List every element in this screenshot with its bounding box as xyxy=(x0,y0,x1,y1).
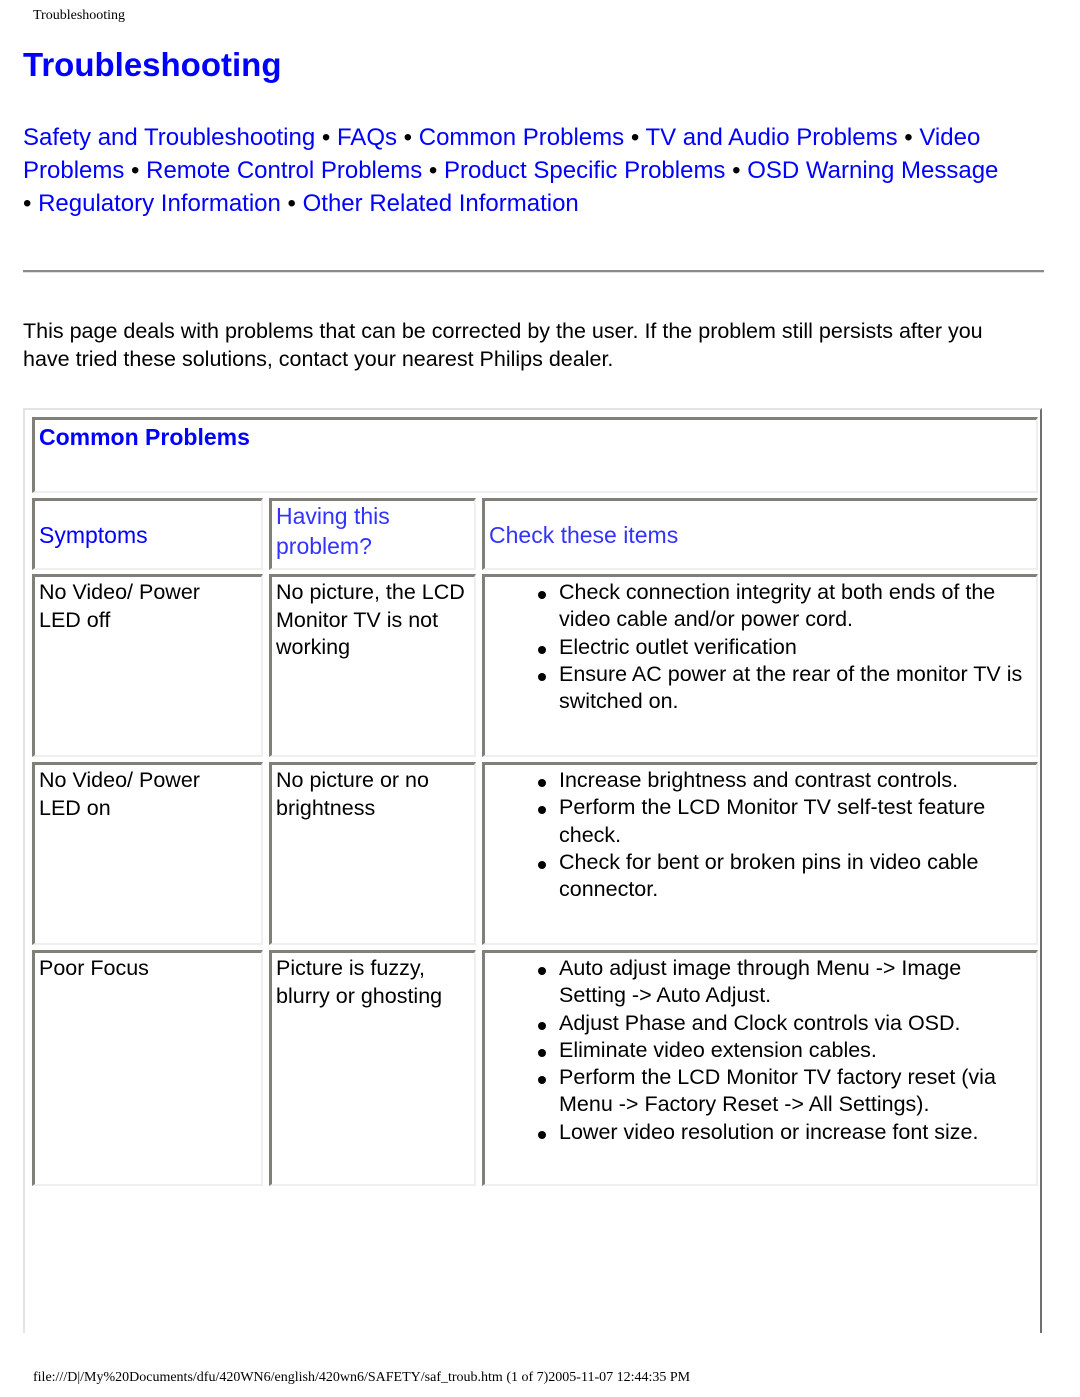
list-item-text: Perform the LCD Monitor TV factory reset… xyxy=(559,1065,996,1117)
nav-separator: • xyxy=(904,124,913,151)
list-item: Check for bent or broken pins in video c… xyxy=(538,849,1032,904)
list-item: Lower video resolution or increase font … xyxy=(538,1119,1032,1146)
symptom-text: No Video/ Power LED on xyxy=(39,768,200,820)
table-row-2-problem: No picture or no brightness xyxy=(269,762,476,945)
header-having-cell: Having this problem? xyxy=(269,498,476,570)
nav-link-regulatory-information[interactable]: Regulatory Information xyxy=(38,190,281,217)
problem-text: Picture is fuzzy, blurry or ghosting xyxy=(276,956,443,1008)
table-row-2-symptom: No Video/ Power LED on xyxy=(32,762,263,945)
table-row-1-problem: No picture, the LCD Monitor TV is not wo… xyxy=(269,574,476,757)
symptom-text: No Video/ Power LED off xyxy=(39,580,200,632)
table-row-1-items: Check connection integrity at both ends … xyxy=(482,574,1038,757)
horizontal-divider xyxy=(23,270,1044,273)
bullet-icon xyxy=(538,591,546,599)
nav-link-tv-and-audio-problems[interactable]: TV and Audio Problems xyxy=(645,124,897,151)
table-row-3-problem: Picture is fuzzy, blurry or ghosting xyxy=(269,950,476,1186)
list-item-text: Electric outlet verification xyxy=(559,634,797,659)
nav-separator: • xyxy=(428,157,438,184)
table-row-3-items: Auto adjust image through Menu -> Image … xyxy=(482,950,1038,1186)
section-title: Common Problems xyxy=(39,424,250,450)
check-items-list: Check connection integrity at both ends … xyxy=(489,579,1032,715)
list-item-text: Check for bent or broken pins in video c… xyxy=(559,849,979,902)
bullet-icon xyxy=(538,672,546,681)
bullet-icon xyxy=(538,1048,546,1057)
section-title-cell: Common Problems xyxy=(32,417,1038,493)
list-item-text: Lower video resolution or increase font … xyxy=(559,1119,979,1144)
bullet-icon xyxy=(538,779,546,787)
table-row-3-symptom: Poor Focus xyxy=(32,950,263,1186)
nav-separator: • xyxy=(131,157,140,184)
header-having-problem: Having this problem? xyxy=(276,503,390,559)
check-items-list: Auto adjust image through Menu -> Image … xyxy=(489,955,1032,1146)
list-item: Perform the LCD Monitor TV factory reset… xyxy=(538,1064,1032,1119)
problem-text: No picture, the LCD Monitor TV is not wo… xyxy=(276,580,465,659)
nav-separator: • xyxy=(403,124,413,151)
list-item: Perform the LCD Monitor TV self-test fea… xyxy=(538,794,1032,849)
list-item-text: Adjust Phase and Clock controls via OSD. xyxy=(559,1010,961,1035)
bullet-icon xyxy=(538,1076,546,1085)
symptom-text: Poor Focus xyxy=(39,956,149,980)
header-symptoms-cell: Symptoms xyxy=(32,498,263,570)
nav-link-common-problems[interactable]: Common Problems xyxy=(419,124,624,151)
bullet-icon xyxy=(538,645,546,654)
bullet-icon xyxy=(538,806,546,815)
header-symptoms: Symptoms xyxy=(39,521,148,548)
nav-separator: • xyxy=(287,190,296,217)
list-item: Eliminate video extension cables. xyxy=(538,1037,1032,1064)
list-item-text: Perform the LCD Monitor TV self-test fea… xyxy=(559,795,986,847)
page-footer-url: file:///D|/My%20Documents/dfu/420WN6/eng… xyxy=(33,1370,691,1385)
nav-separator: • xyxy=(321,124,331,151)
table-row-2-items: Increase brightness and contrast control… xyxy=(482,762,1038,945)
bullet-icon xyxy=(538,1130,546,1139)
list-item: Increase brightness and contrast control… xyxy=(538,767,1032,794)
nav-separator: • xyxy=(630,124,640,151)
problem-text: No picture or no brightness xyxy=(276,768,429,820)
nav-link-faqs[interactable]: FAQs xyxy=(337,124,397,151)
list-item: Electric outlet verification xyxy=(538,634,1032,661)
page-header: Troubleshooting xyxy=(33,8,126,23)
nav-link-osd-warning-message[interactable]: OSD Warning Message xyxy=(747,157,998,184)
nav-link-remote-control-problems[interactable]: Remote Control Problems xyxy=(146,157,422,184)
list-item: Ensure AC power at the rear of the monit… xyxy=(538,661,1032,716)
list-item: Auto adjust image through Menu -> Image … xyxy=(538,955,1032,1010)
check-items-list: Increase brightness and contrast control… xyxy=(489,767,1032,903)
list-item-text: Increase brightness and contrast control… xyxy=(559,768,959,792)
nav-separator: • xyxy=(23,190,32,217)
nav-link-other-related-information[interactable]: Other Related Information xyxy=(303,190,579,217)
bullet-icon xyxy=(538,1021,546,1030)
list-item-text: Auto adjust image through Menu -> Image … xyxy=(559,956,962,1008)
list-item-text: Ensure AC power at the rear of the monit… xyxy=(559,661,1023,714)
table-row-1-symptom: No Video/ Power LED off xyxy=(32,574,263,757)
header-check-cell: Check these items xyxy=(482,498,1038,570)
header-check-items: Check these items xyxy=(489,521,679,548)
nav-separator: • xyxy=(732,157,741,184)
bullet-icon xyxy=(538,967,546,975)
section-nav: Safety and Troubleshooting • FAQs • Comm… xyxy=(23,121,1043,220)
nav-link-safety-and-troubleshooting[interactable]: Safety and Troubleshooting xyxy=(23,124,315,151)
list-item-text: Check connection integrity at both ends … xyxy=(559,580,996,632)
page-title: Troubleshooting xyxy=(23,46,282,83)
bullet-icon xyxy=(538,860,546,869)
common-problems-table: Common Problems Symptoms Having this pro… xyxy=(23,408,1042,1333)
intro-paragraph: This page deals with problems that can b… xyxy=(23,319,983,371)
list-item: Adjust Phase and Clock controls via OSD. xyxy=(538,1010,1032,1037)
list-item-text: Eliminate video extension cables. xyxy=(559,1037,877,1062)
nav-link-product-specific-problems[interactable]: Product Specific Problems xyxy=(444,157,725,184)
list-item: Check connection integrity at both ends … xyxy=(538,579,1032,634)
